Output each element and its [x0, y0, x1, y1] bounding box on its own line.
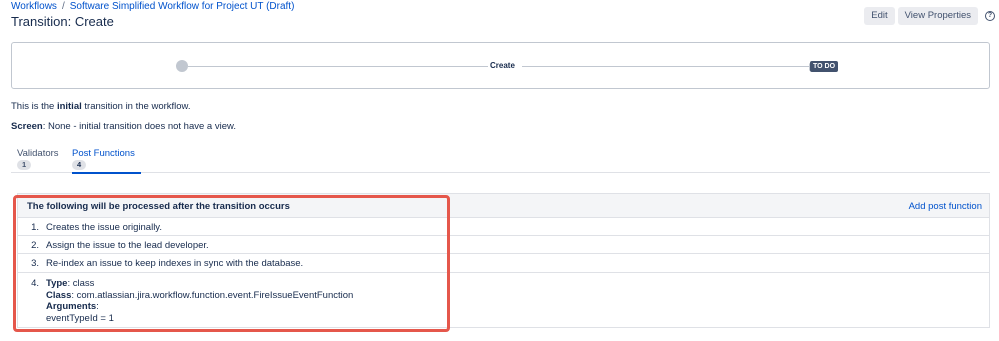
class-label: Class: [46, 289, 72, 301]
page-title: Transition: Create: [11, 14, 114, 29]
list-item: 3. Re-index an issue to keep indexes in …: [18, 254, 989, 273]
arguments-colon: :: [96, 301, 99, 312]
item-details: Type: class Class: com.atlassian.jira.wo…: [46, 278, 353, 324]
breadcrumb-workflows-link[interactable]: Workflows: [11, 1, 57, 12]
workflow-diagram: Create TO DO: [11, 42, 990, 89]
tab-validators[interactable]: Validators 1: [11, 148, 65, 173]
type-label: Type: [46, 278, 68, 289]
argument-value: eventTypeId = 1: [46, 312, 114, 324]
screen-label: Screen: [11, 121, 43, 132]
item-number: 4.: [31, 278, 39, 289]
view-properties-button[interactable]: View Properties: [897, 7, 978, 25]
item-text: Creates the issue originally.: [46, 222, 162, 233]
transition-label: Create: [490, 61, 515, 70]
item-text: Re-index an issue to keep indexes in syn…: [46, 258, 304, 269]
list-item: 2. Assign the issue to the lead develope…: [18, 236, 989, 254]
tabs: Validators 1 Post Functions 4: [11, 148, 990, 174]
type-value: : class: [67, 278, 95, 289]
item-number: 3.: [31, 258, 39, 269]
list-item: 4. Type: class Class: com.atlassian.jira…: [18, 273, 989, 328]
info-text: transition in the workflow.: [81, 101, 191, 112]
add-post-function-link[interactable]: Add post function: [909, 201, 982, 212]
breadcrumb-workflow-link[interactable]: Software Simplified Workflow for Project…: [70, 1, 295, 12]
item-text: Assign the issue to the lead developer.: [46, 240, 209, 251]
post-functions-header: The following will be processed after th…: [18, 194, 989, 218]
status-lozenge: TO DO: [810, 61, 839, 72]
list-item: 1. Creates the issue originally.: [18, 218, 989, 236]
help-icon[interactable]: ?: [985, 11, 995, 21]
info-bold: initial: [56, 101, 82, 112]
transition-line: [188, 66, 488, 67]
tab-post-functions[interactable]: Post Functions 4: [66, 148, 141, 174]
header-actions: Edit View Properties ?: [861, 7, 995, 25]
breadcrumb-separator: /: [61, 1, 65, 12]
tab-label: Post Functions: [72, 148, 135, 159]
start-node: [176, 60, 188, 72]
arguments-label: Arguments: [46, 301, 97, 312]
post-functions-panel: The following will be processed after th…: [17, 193, 990, 328]
info-text: This is the: [11, 101, 57, 112]
screen-value: : None - initial transition does not hav…: [42, 121, 236, 132]
tab-count-badge: 1: [17, 160, 32, 170]
item-number: 1.: [31, 222, 39, 233]
transition-info: This is the initial transition in the wo…: [11, 101, 191, 112]
transition-line: [522, 66, 812, 67]
class-value: : com.atlassian.jira.workflow.function.e…: [71, 289, 354, 301]
screen-info: Screen: None - initial transition does n…: [11, 121, 236, 132]
tab-count-badge: 4: [72, 160, 87, 170]
item-number: 2.: [31, 240, 39, 251]
tab-label: Validators: [17, 148, 59, 159]
post-functions-title: The following will be processed after th…: [27, 201, 290, 212]
breadcrumb: Workflows / Software Simplified Workflow f…: [11, 1, 294, 12]
active-tab-indicator: [72, 172, 141, 174]
edit-button[interactable]: Edit: [864, 7, 895, 25]
